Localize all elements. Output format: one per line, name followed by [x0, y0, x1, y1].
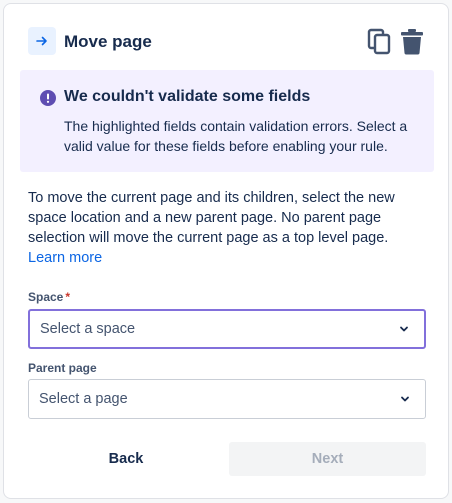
parent-select-placeholder: Select a page — [39, 391, 128, 407]
space-select-placeholder: Select a space — [40, 321, 136, 337]
next-button[interactable]: Next — [229, 442, 426, 476]
move-page-panel: Move page We couldn't validate some fiel… — [3, 3, 449, 499]
space-select[interactable]: Select a space — [28, 309, 426, 349]
chevron-down-icon — [400, 326, 408, 332]
parent-page-select[interactable]: Select a page — [28, 379, 426, 419]
back-button[interactable]: Back — [28, 442, 224, 476]
exclamation-icon — [40, 90, 56, 106]
chevron-down-icon — [401, 396, 409, 402]
copy-icon[interactable] — [366, 26, 392, 56]
parent-page-label: Parent page — [28, 361, 97, 375]
space-label: Space * — [28, 290, 70, 304]
alert-title: We couldn't validate some fields — [64, 88, 311, 105]
learn-more-link[interactable]: Learn more — [28, 250, 102, 266]
alert-body: The highlighted fields contain validatio… — [64, 118, 408, 154]
trash-icon[interactable] — [398, 26, 426, 56]
arrow-right-icon — [28, 27, 56, 55]
page-title: Move page — [64, 32, 152, 51]
validation-alert: We couldn't validate some fields The hig… — [20, 70, 434, 172]
description-body: To move the current page and its childre… — [28, 190, 395, 246]
required-marker: * — [65, 290, 71, 304]
space-label-text: Space — [28, 290, 64, 304]
panel-header: Move page — [28, 26, 426, 58]
description-text: To move the current page and its childre… — [28, 188, 418, 268]
